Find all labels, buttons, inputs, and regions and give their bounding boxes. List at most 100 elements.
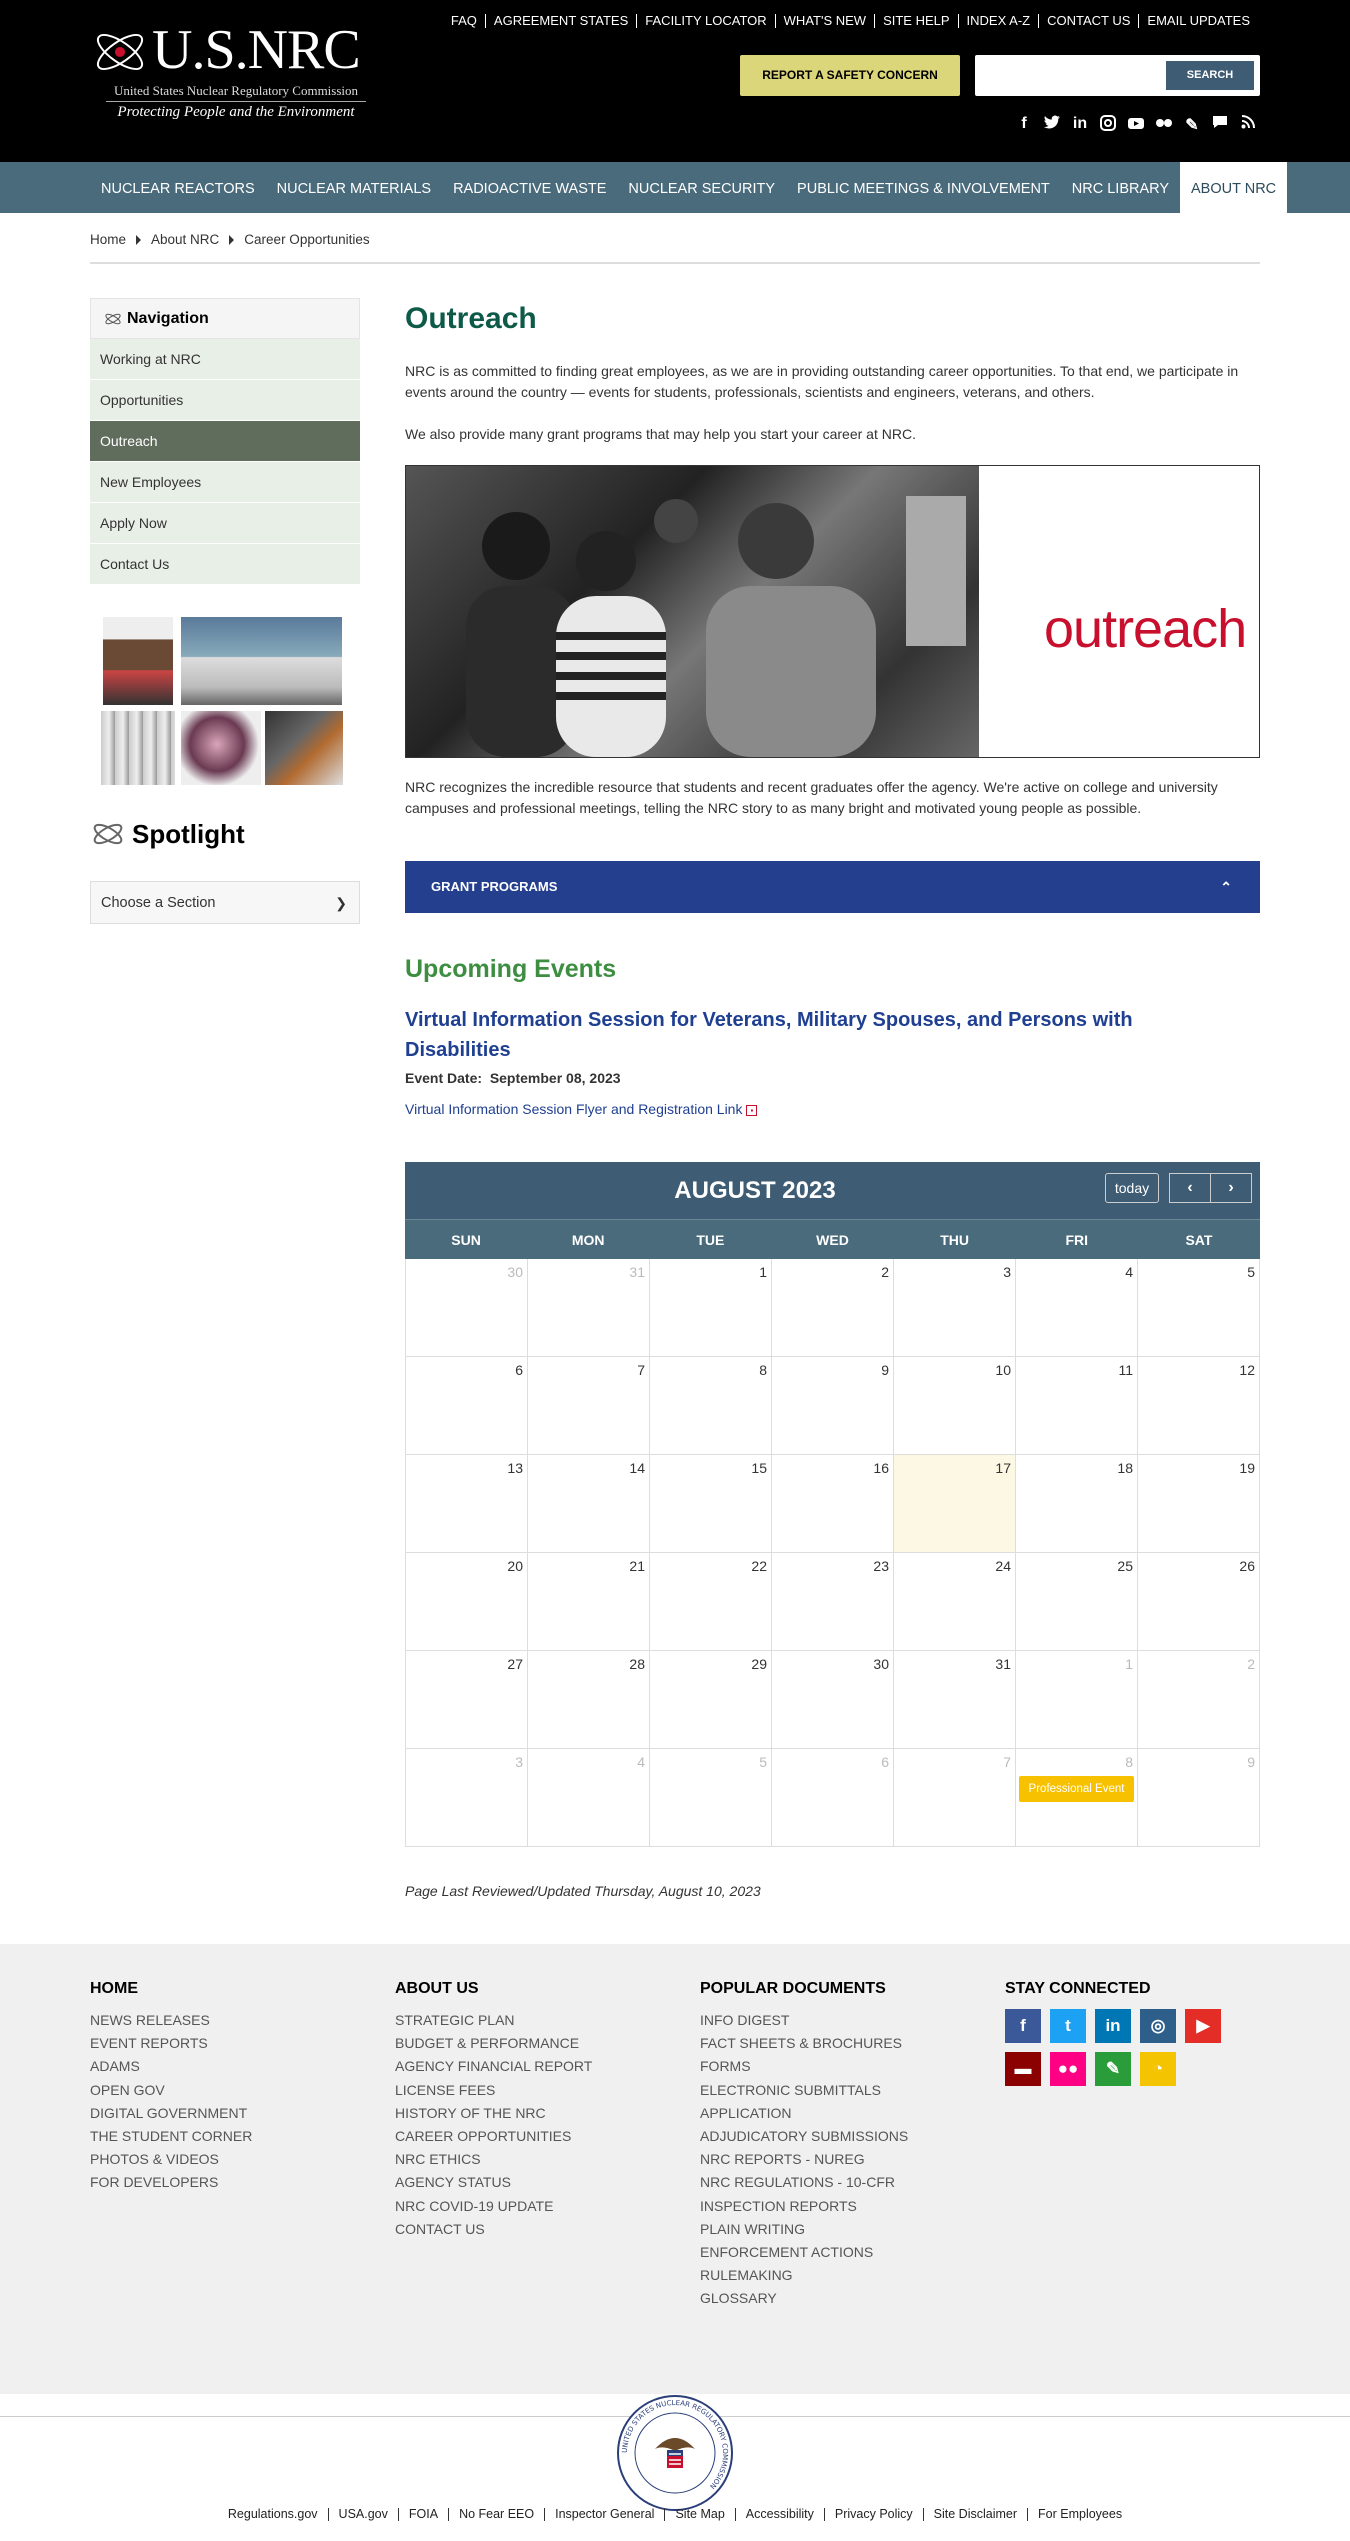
top-link[interactable]: SITE HELP [874,14,957,28]
chat-icon[interactable] [1206,115,1234,136]
footer-link[interactable]: HISTORY OF THE NRC [395,2102,592,2125]
bottom-link[interactable]: Site Map [664,2508,734,2521]
footer-link[interactable]: ELECTRONIC SUBMITTALS [700,2079,908,2102]
calendar-day-cell[interactable]: 2 [1138,1651,1260,1749]
sidebar-item-apply-now[interactable]: Apply Now [90,503,360,544]
calendar-day-cell[interactable]: 6 [406,1357,528,1455]
rss-icon[interactable]: ◔ [1140,2052,1176,2086]
footer-link[interactable]: INSPECTION REPORTS [700,2195,908,2218]
calendar-day-cell[interactable]: 19 [1138,1455,1260,1553]
footer-link[interactable]: APPLICATION [700,2102,908,2125]
calendar-day-cell[interactable]: 5 [650,1749,772,1847]
calendar-day-cell[interactable]: 4 [1016,1259,1138,1357]
sidebar-item-opportunities[interactable]: Opportunities [90,380,360,421]
calendar-day-cell[interactable]: 7 [528,1357,650,1455]
calendar-day-cell[interactable]: 17 [894,1455,1016,1553]
calendar-day-cell[interactable]: 12 [1138,1357,1260,1455]
event-registration-link[interactable]: Virtual Information Session Flyer and Re… [405,1101,758,1117]
calendar-day-cell[interactable]: 1 [1016,1651,1138,1749]
nav-nuclear-materials[interactable]: NUCLEAR MATERIALS [266,162,442,213]
footer-link[interactable]: PLAIN WRITING [700,2218,908,2241]
breadcrumb-about[interactable]: About NRC [151,232,219,247]
prev-month-button[interactable]: ‹ [1169,1173,1211,1203]
facebook-icon[interactable]: f [1010,115,1038,136]
footer-link[interactable]: NRC REGULATIONS - 10-CFR [700,2171,908,2194]
footer-link[interactable]: DIGITAL GOVERNMENT [90,2102,252,2125]
event-title[interactable]: Virtual Information Session for Veterans… [405,1005,1195,1065]
calendar-day-cell[interactable]: 10 [894,1357,1016,1455]
twitter-icon[interactable]: t [1050,2009,1086,2043]
footer-link[interactable]: NRC REPORTS - NUREG [700,2148,908,2171]
calendar-day-cell[interactable]: 6 [772,1749,894,1847]
bottom-link[interactable]: Site Disclaimer [922,2508,1027,2521]
nav-nrc-library[interactable]: NRC LIBRARY [1061,162,1180,213]
next-month-button[interactable]: › [1210,1173,1252,1203]
blog-icon[interactable]: ✎ [1095,2052,1131,2086]
sidebar-item-outreach[interactable]: Outreach [90,421,360,462]
footer-link[interactable]: NEWS RELEASES [90,2009,252,2032]
nav-nuclear-reactors[interactable]: NUCLEAR REACTORS [90,162,266,213]
calendar-day-cell[interactable]: 15 [650,1455,772,1553]
search-input[interactable] [981,61,1131,89]
calendar-day-cell[interactable]: 29 [650,1651,772,1749]
bottom-link[interactable]: FOIA [397,2508,448,2521]
linkedin-icon[interactable]: in [1095,2009,1131,2043]
top-link[interactable]: CONTACT US [1038,14,1138,28]
youtube-icon[interactable] [1122,115,1150,136]
top-link[interactable]: AGREEMENT STATES [484,14,636,28]
footer-link[interactable]: AGENCY FINANCIAL REPORT [395,2055,592,2078]
calendar-day-cell[interactable]: 27 [406,1651,528,1749]
calendar-day-cell[interactable]: 14 [528,1455,650,1553]
footer-link[interactable]: CONTACT US [395,2218,592,2241]
footer-link[interactable]: PHOTOS & VIDEOS [90,2148,252,2171]
calendar-event[interactable]: Professional Event [1019,1776,1134,1802]
footer-link[interactable]: LICENSE FEES [395,2079,592,2102]
sidebar-item-working-at-nrc[interactable]: Working at NRC [90,339,360,380]
calendar-day-cell[interactable]: 7 [894,1749,1016,1847]
search-button[interactable]: SEARCH [1166,61,1254,90]
sidebar-item-new-employees[interactable]: New Employees [90,462,360,503]
flickr-icon[interactable]: ●● [1050,2052,1086,2086]
footer-link[interactable]: OPEN GOV [90,2079,252,2102]
calendar-day-cell[interactable]: 3 [894,1259,1016,1357]
today-button[interactable]: today [1105,1173,1159,1203]
nav-public-meetings[interactable]: PUBLIC MEETINGS & INVOLVEMENT [786,162,1061,213]
flickr-icon[interactable] [1150,115,1178,136]
chat-icon[interactable]: ▬ [1005,2052,1041,2086]
bottom-link[interactable]: USA.gov [327,2508,398,2521]
instagram-icon[interactable]: ◎ [1140,2009,1176,2043]
twitter-icon[interactable] [1038,115,1066,136]
calendar-day-cell[interactable]: 31 [528,1259,650,1357]
calendar-day-cell[interactable]: 11 [1016,1357,1138,1455]
calendar-day-cell[interactable]: 13 [406,1455,528,1553]
calendar-day-cell[interactable]: 2 [772,1259,894,1357]
breadcrumb-careers[interactable]: Career Opportunities [244,232,369,247]
calendar-day-cell[interactable]: 4 [528,1749,650,1847]
calendar-day-cell[interactable]: 28 [528,1651,650,1749]
calendar-day-cell[interactable]: 1 [650,1259,772,1357]
top-link[interactable]: INDEX A-Z [957,14,1039,28]
nav-about-nrc[interactable]: ABOUT NRC [1180,162,1288,213]
calendar-day-cell[interactable]: 8 [650,1357,772,1455]
top-link[interactable]: EMAIL UPDATES [1138,14,1258,28]
bottom-link[interactable]: Privacy Policy [823,2508,923,2521]
nav-nuclear-security[interactable]: NUCLEAR SECURITY [617,162,786,213]
calendar-day-cell[interactable]: 18 [1016,1455,1138,1553]
calendar-day-cell[interactable]: 20 [406,1553,528,1651]
footer-link[interactable]: RULEMAKING [700,2264,908,2287]
footer-link[interactable]: THE STUDENT CORNER [90,2125,252,2148]
rss-icon[interactable] [1234,115,1262,136]
calendar-day-cell[interactable]: 21 [528,1553,650,1651]
bottom-link[interactable]: No Fear EEO [448,2508,544,2521]
footer-link[interactable]: STRATEGIC PLAN [395,2009,592,2032]
top-link[interactable]: FAQ [443,14,485,28]
footer-link[interactable]: FORMS [700,2055,908,2078]
footer-link[interactable]: NRC COVID-19 UPDATE [395,2195,592,2218]
calendar-day-cell[interactable]: 3 [406,1749,528,1847]
footer-link[interactable]: ADAMS [90,2055,252,2078]
calendar-day-cell[interactable]: 9 [1138,1749,1260,1847]
facebook-icon[interactable]: f [1005,2009,1041,2043]
footer-link[interactable]: EVENT REPORTS [90,2032,252,2055]
footer-link[interactable]: FACT SHEETS & BROCHURES [700,2032,908,2055]
nav-radioactive-waste[interactable]: RADIOACTIVE WASTE [442,162,617,213]
